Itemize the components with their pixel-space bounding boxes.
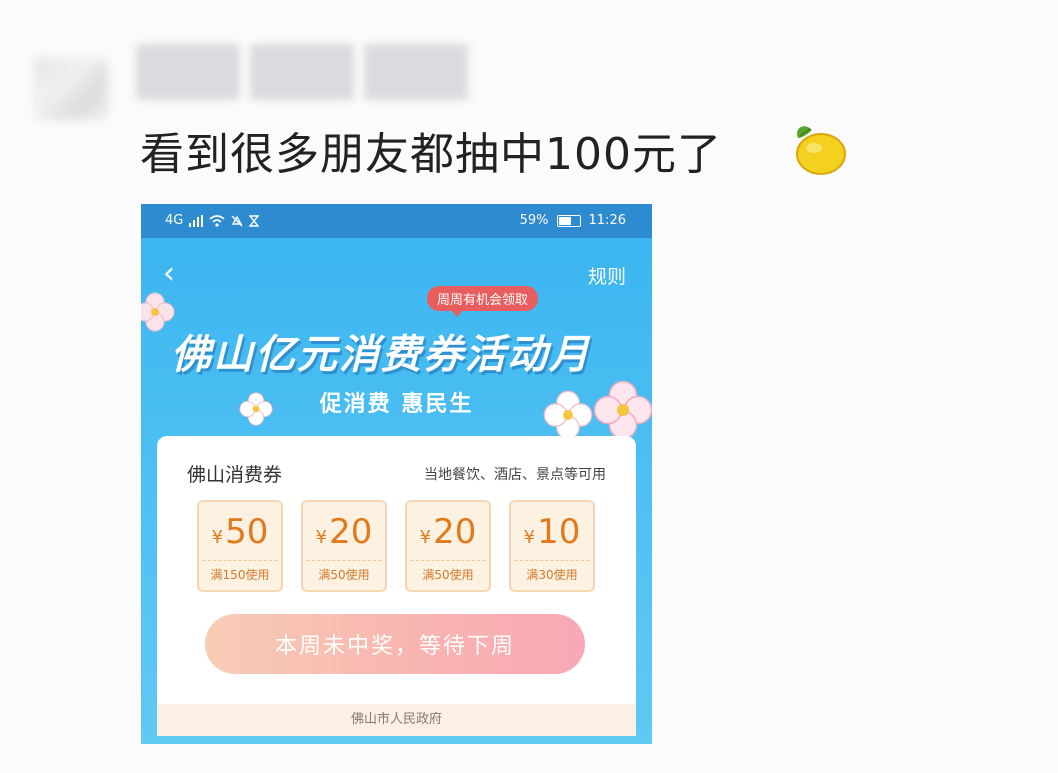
lemon-icon <box>796 126 846 175</box>
signal-icon <box>189 214 204 227</box>
banner-title: 佛山亿元消费券活动月 <box>171 332 591 378</box>
coupon-amount: 10 <box>537 512 581 552</box>
network-label: 4G <box>165 213 184 228</box>
coupon-condition: 满150使用 <box>210 568 270 582</box>
coupon-item[interactable]: ¥20 满50使用 <box>301 500 387 592</box>
currency-symbol: ¥ <box>523 527 536 548</box>
currency-symbol: ¥ <box>315 527 328 548</box>
battery-percent: 59% <box>519 213 549 228</box>
hourglass-icon <box>249 214 260 227</box>
status-bar: 4G 59% 11:26 <box>141 204 652 238</box>
coupon-amount: 20 <box>433 512 477 552</box>
currency-symbol: ¥ <box>419 527 432 548</box>
rules-link[interactable]: 规则 <box>588 262 626 289</box>
clock: 11:26 <box>588 213 626 228</box>
banner-subtitle: 促消费 惠民生 <box>319 392 474 417</box>
wifi-icon <box>209 214 225 227</box>
phone-screenshot: 4G 59% 11:26 ‹ 规则 周周有机会领取 佛山亿元消费券活动月 促消费… <box>141 204 652 744</box>
wait-next-week-button[interactable]: 本周未中奖，等待下周 <box>205 614 585 674</box>
post-text: 看到很多朋友都抽中100元了 <box>140 129 722 180</box>
battery-icon <box>556 214 581 227</box>
coupon-amount: 50 <box>225 512 269 552</box>
username-blurred[interactable] <box>136 44 468 100</box>
blossom-icon <box>141 292 175 332</box>
coupon-item[interactable]: ¥20 满50使用 <box>405 500 491 592</box>
weekly-chance-badge: 周周有机会领取 <box>427 286 539 317</box>
coupon-amount: 20 <box>329 512 373 552</box>
coupon-condition: 满50使用 <box>318 568 370 582</box>
coupon-condition: 满30使用 <box>526 568 578 582</box>
card-note: 当地餐饮、酒店、景点等可用 <box>424 467 606 483</box>
coupon-item[interactable]: ¥10 满30使用 <box>509 500 595 592</box>
avatar[interactable] <box>34 58 108 120</box>
coupon-card: 佛山消费券 当地餐饮、酒店、景点等可用 ¥50 满150使用 ¥20 满50使用… <box>157 436 636 736</box>
card-title: 佛山消费券 <box>187 464 283 486</box>
mute-icon <box>231 215 243 226</box>
issuer-footer: 佛山市人民政府 <box>157 704 636 736</box>
coupon-condition: 满50使用 <box>422 568 474 582</box>
coupon-item[interactable]: ¥50 满150使用 <box>197 500 283 592</box>
currency-symbol: ¥ <box>211 527 224 548</box>
back-arrow-icon[interactable]: ‹ <box>163 256 175 291</box>
